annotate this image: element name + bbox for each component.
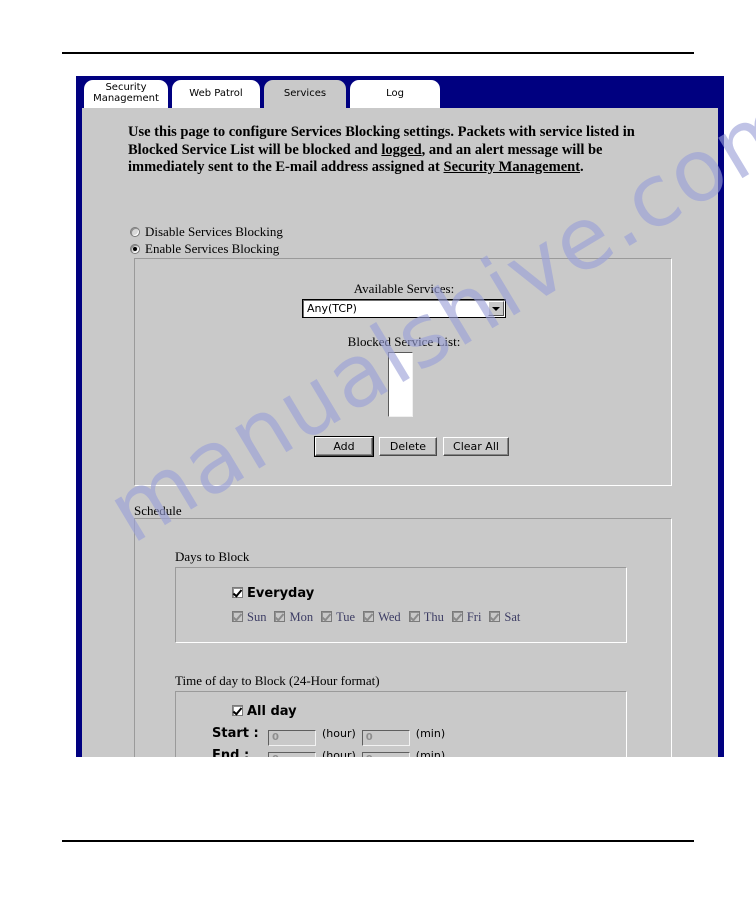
checkbox-tue-label: Tue [336, 610, 356, 624]
checkbox-everyday-label: Everyday [247, 586, 315, 601]
checkbox-row-everyday[interactable]: Everyday [232, 586, 314, 601]
checkbox-fri-icon[interactable] [451, 611, 463, 622]
checkbox-day-wed[interactable]: Wed [363, 610, 401, 625]
tab-security-management-line2: Management [93, 93, 159, 104]
time-of-day-legend: Time of day to Block (24-Hour format) [175, 673, 380, 688]
checkbox-day-sun[interactable]: Sun [232, 610, 266, 625]
checkbox-everyday-icon[interactable] [232, 587, 243, 598]
radio-enable-services-blocking-label: Enable Services Blocking [145, 241, 280, 256]
blocked-service-list-label: Blocked Service List: [347, 334, 461, 349]
schedule-legend: Schedule [134, 503, 182, 518]
checkbox-fri-label: Fri [466, 610, 482, 624]
checkbox-sat-label: Sat [504, 610, 521, 624]
day-checkbox-row: Sun Mon Tue Wed Thu Fri Sat [232, 610, 528, 625]
checkbox-all-day-icon[interactable] [232, 705, 243, 716]
services-blocking-panel: Available Services: Any(TCP) Blocked Ser… [134, 258, 672, 486]
radio-row-disable-services-blocking[interactable]: Disable Services Blocking [130, 224, 283, 240]
checkbox-sun-icon[interactable] [232, 611, 243, 622]
start-minute-input[interactable]: 0 [361, 730, 410, 746]
page-rule-top [62, 52, 694, 54]
page-rule-bottom [62, 840, 694, 842]
checkbox-day-thu[interactable]: Thu [408, 610, 444, 625]
end-time-row: End : 0 (hour) 0 (min) [212, 748, 451, 757]
tab-security-management[interactable]: Security Management [84, 80, 168, 108]
checkbox-mon-label: Mon [289, 610, 314, 624]
clear-all-button[interactable]: Clear All [443, 437, 509, 456]
tab-services[interactable]: Services [264, 80, 346, 108]
checkbox-thu-label: Thu [423, 610, 444, 624]
checkbox-day-tue[interactable]: Tue [321, 610, 355, 625]
tab-web-patrol[interactable]: Web Patrol [172, 80, 260, 108]
start-time-label: Start : [212, 726, 259, 741]
checkbox-day-mon[interactable]: Mon [274, 610, 313, 625]
available-services-label: Available Services: [353, 281, 455, 296]
add-button[interactable]: Add [314, 436, 374, 457]
end-hour-input[interactable]: 0 [268, 752, 316, 757]
start-hour-unit: (hour) [322, 727, 356, 740]
intro-link-logged[interactable]: logged [381, 142, 421, 158]
checkbox-tue-icon[interactable] [321, 611, 333, 622]
tab-services-label: Services [283, 88, 327, 99]
checkbox-day-sat[interactable]: Sat [489, 610, 520, 625]
tab-log-label: Log [386, 88, 404, 99]
days-to-block-panel: Everyday Sun Mon Tue Wed Thu Fri Sat [175, 567, 627, 643]
checkbox-day-fri[interactable]: Fri [451, 610, 482, 625]
checkbox-sat-icon[interactable] [489, 611, 501, 622]
router-config-window: Security Management Web Patrol Services … [76, 76, 724, 757]
tab-web-patrol-label: Web Patrol [189, 88, 243, 99]
checkbox-wed-icon[interactable] [363, 611, 375, 622]
checkbox-thu-icon[interactable] [408, 611, 420, 622]
end-time-label: End : [212, 748, 250, 757]
radio-enable-services-blocking-icon[interactable] [130, 244, 140, 254]
checkbox-row-all-day[interactable]: All day [232, 704, 297, 719]
tab-security-management-line1: Security [105, 82, 147, 93]
start-minute-unit: (min) [415, 727, 446, 740]
available-services-dropdown[interactable]: Any(TCP) [302, 299, 506, 318]
intro-link-security-management[interactable]: Security Management [444, 159, 581, 175]
delete-button[interactable]: Delete [379, 437, 437, 456]
end-minute-unit: (min) [415, 749, 446, 757]
schedule-panel: Days to Block Everyday Sun Mon Tue Wed Thu Fr… [134, 518, 672, 757]
checkbox-wed-label: Wed [378, 610, 401, 624]
start-hour-input[interactable]: 0 [268, 730, 316, 746]
start-time-row: Start : 0 (hour) 0 (min) [212, 726, 451, 746]
tab-log[interactable]: Log [350, 80, 440, 108]
services-content-pane: Use this page to configure Services Bloc… [82, 108, 718, 757]
checkbox-all-day-label: All day [247, 704, 297, 719]
days-to-block-legend: Days to Block [175, 549, 250, 564]
radio-disable-services-blocking-icon[interactable] [130, 227, 140, 237]
available-services-selected-value: Any(TCP) [307, 302, 357, 315]
checkbox-mon-icon[interactable] [274, 611, 286, 622]
intro-paragraph: Use this page to configure Services Bloc… [128, 124, 680, 177]
radio-row-enable-services-blocking[interactable]: Enable Services Blocking [130, 241, 279, 257]
checkbox-sun-label: Sun [247, 610, 267, 624]
tab-strip: Security Management Web Patrol Services … [76, 76, 724, 108]
blocked-service-list-box[interactable] [388, 352, 413, 417]
time-of-day-panel: All day Start : 0 (hour) 0 (min) End : 0 (hour… [175, 691, 627, 757]
end-minute-input[interactable]: 0 [361, 752, 410, 757]
intro-part3: . [580, 159, 584, 175]
end-hour-unit: (hour) [322, 749, 356, 757]
radio-disable-services-blocking-label: Disable Services Blocking [145, 224, 283, 239]
chevron-down-icon[interactable] [488, 301, 504, 316]
